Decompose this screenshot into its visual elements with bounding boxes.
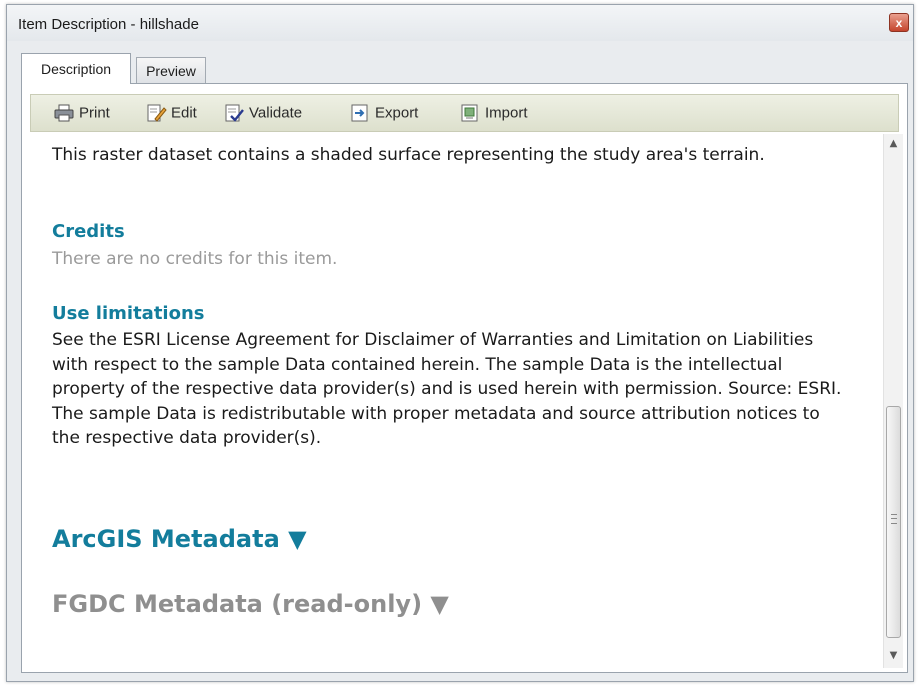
item-description-window: Item Description - hillshade x Descripti… bbox=[6, 4, 914, 682]
import-icon bbox=[461, 104, 478, 122]
use-limitations-text: See the ESRI License Agreement for Discl… bbox=[52, 330, 842, 448]
scroll-up-arrow-icon[interactable]: ▲ bbox=[884, 134, 903, 154]
validate-label: Validate bbox=[249, 104, 303, 122]
scroll-down-arrow-icon[interactable]: ▼ bbox=[884, 646, 903, 666]
credits-heading: Credits bbox=[52, 221, 125, 242]
fgdc-metadata-toggle[interactable]: FGDC Metadata (read-only) ▼ bbox=[52, 590, 449, 618]
edit-label: Edit bbox=[171, 104, 197, 122]
credits-text: There are no credits for this item. bbox=[52, 249, 338, 269]
description-panel: Print Edit Validate Export Import This r… bbox=[21, 83, 908, 673]
description-content: This raster dataset contains a shaded su… bbox=[31, 134, 880, 668]
edit-icon bbox=[147, 104, 167, 122]
close-icon: x bbox=[895, 16, 903, 30]
export-icon bbox=[351, 104, 368, 122]
vertical-scrollbar[interactable]: ▲ ▼ bbox=[883, 134, 903, 668]
export-button[interactable]: Export bbox=[349, 103, 418, 125]
close-button[interactable]: x bbox=[889, 13, 909, 32]
toolbar: Print Edit Validate Export Import bbox=[30, 94, 899, 132]
import-label: Import bbox=[485, 104, 528, 122]
tab-preview[interactable]: Preview bbox=[136, 57, 206, 83]
export-label: Export bbox=[375, 104, 419, 122]
window-title: Item Description - hillshade bbox=[18, 16, 199, 33]
printer-icon bbox=[54, 104, 74, 122]
use-limitations-heading: Use limitations bbox=[52, 303, 205, 324]
print-button[interactable]: Print bbox=[53, 103, 110, 125]
validate-button[interactable]: Validate bbox=[223, 103, 302, 125]
scrollbar-thumb[interactable] bbox=[886, 406, 901, 638]
edit-button[interactable]: Edit bbox=[145, 103, 197, 125]
arcgis-metadata-toggle[interactable]: ArcGIS Metadata ▼ bbox=[52, 525, 307, 553]
validate-icon bbox=[225, 104, 244, 122]
title-bar[interactable]: Item Description - hillshade x bbox=[7, 5, 913, 41]
tab-description[interactable]: Description bbox=[21, 53, 131, 84]
summary-text: This raster dataset contains a shaded su… bbox=[52, 145, 765, 165]
print-label: Print bbox=[79, 104, 110, 122]
import-button[interactable]: Import bbox=[459, 103, 528, 125]
grip-icon bbox=[891, 514, 897, 524]
